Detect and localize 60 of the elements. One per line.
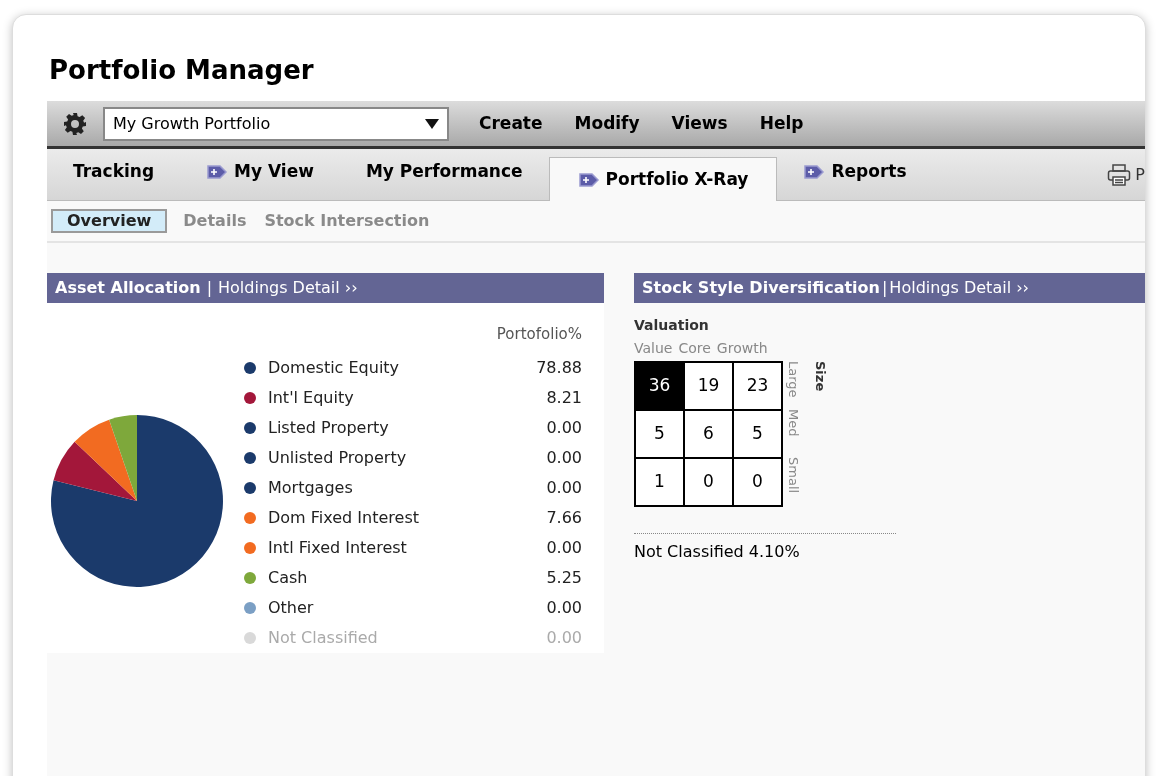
asset-value: 0.00	[546, 447, 582, 469]
style-box-cell: 6	[685, 411, 732, 457]
style-box-cell: 23	[734, 363, 781, 409]
style-box-cell: 5	[636, 411, 683, 457]
menu-item[interactable]: Views	[655, 110, 744, 137]
asset-name: Listed Property	[268, 417, 389, 439]
separator: |	[206, 277, 213, 299]
asset-name: Cash	[268, 567, 308, 589]
asset-name: Mortgages	[268, 477, 353, 499]
style-box-cell: 5	[734, 411, 781, 457]
print-link[interactable]: P	[1135, 162, 1145, 187]
asset-name: Domestic Equity	[268, 357, 400, 379]
column-header: Portofolio%	[496, 324, 582, 345]
menu-item[interactable]: Modify	[558, 110, 656, 137]
settings-icon[interactable]	[63, 111, 87, 136]
asset-value: 0.00	[546, 597, 582, 619]
asset-name: Dom Fixed Interest	[268, 507, 419, 529]
tab[interactable]: My View	[180, 150, 340, 194]
panel-title: Asset Allocation	[55, 277, 201, 299]
row-label: Small	[787, 457, 800, 494]
asset-value: 0.00	[546, 537, 582, 559]
asset-name: Other	[268, 597, 314, 619]
tab[interactable]: Tracking	[47, 150, 181, 194]
subtab[interactable]: Overview	[51, 209, 168, 233]
asset-name: Intl Fixed Interest	[268, 537, 407, 559]
printer-icon[interactable]	[1107, 163, 1132, 186]
style-box-cell: 0	[685, 459, 732, 505]
asset-value: 78.88	[536, 357, 582, 379]
asset-value: 8.21	[546, 387, 582, 409]
tab[interactable]: Portfolio X-Ray	[548, 157, 778, 201]
column-label: Core	[678, 339, 711, 358]
asset-value: 0.00	[546, 477, 582, 499]
holdings-detail-link[interactable]: Holdings Detail ››	[889, 276, 1029, 300]
style-box-cell: 19	[685, 363, 732, 409]
asset-name: Unlisted Property	[268, 447, 407, 469]
panel-title: Stock Style Diversification	[642, 277, 880, 299]
column-label: Value	[634, 339, 673, 358]
asset-value: 7.66	[546, 507, 582, 529]
portfolio-dropdown[interactable]: My Growth Portfolio	[103, 106, 449, 141]
asset-name: Not Classified	[268, 627, 378, 649]
tab[interactable]: My Performance	[339, 150, 549, 194]
caret-icon	[425, 118, 439, 129]
holdings-detail-link[interactable]: Holdings Detail ››	[218, 276, 358, 300]
tab[interactable]: Reports	[777, 150, 933, 194]
asset-value: 0.00	[546, 417, 582, 439]
row-label: Med	[787, 409, 800, 437]
style-box-cell: 1	[636, 459, 683, 505]
valuation-label: Valuation	[634, 316, 710, 335]
column-label: Growth	[716, 339, 768, 358]
separator: |	[881, 277, 888, 299]
asset-name: Int'l Equity	[268, 387, 354, 409]
size-label: Size	[811, 361, 829, 392]
style-box-cell: 0	[734, 459, 781, 505]
asset-value: 0.00	[546, 627, 582, 649]
row-label: Large	[787, 361, 800, 398]
page-title: Portfolio Manager	[49, 53, 314, 87]
menu-item[interactable]: Create	[463, 110, 559, 137]
asset-value: 5.25	[546, 567, 582, 589]
not-classified-text: Not Classified 4.10%	[634, 541, 801, 563]
menu-item[interactable]: Help	[743, 110, 820, 137]
